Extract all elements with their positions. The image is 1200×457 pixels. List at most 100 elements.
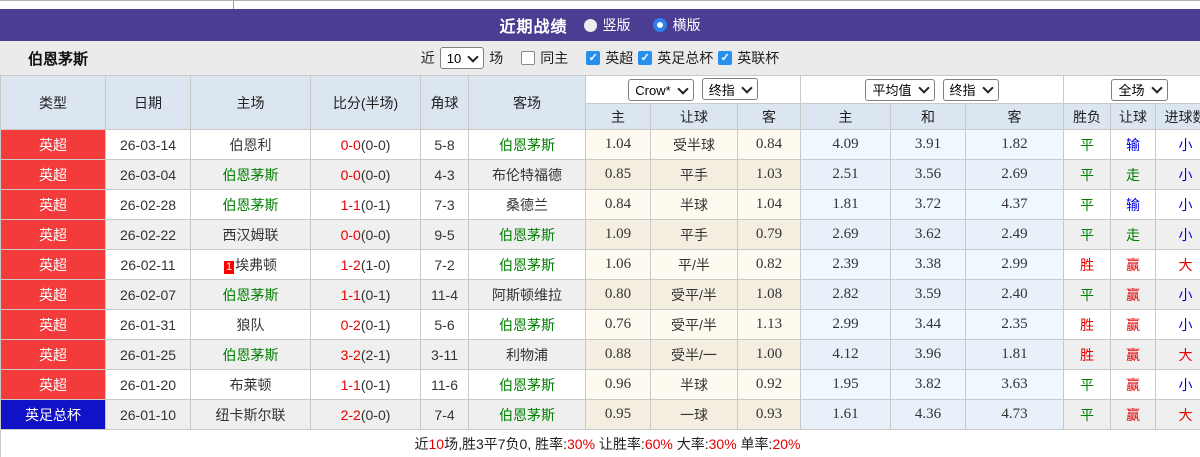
- away-team-name[interactable]: 伯恩茅斯: [499, 317, 555, 333]
- cell-avg-draw-odds: 3.44: [890, 309, 966, 340]
- cell-crow-away-odds: 1.03: [737, 159, 801, 190]
- cell-avg-home-odds: 4.09: [800, 129, 891, 160]
- cell-home-team: 纽卡斯尔联: [190, 399, 311, 430]
- home-team-name[interactable]: 布莱顿: [230, 377, 272, 393]
- cell-result-goals: 小: [1155, 159, 1200, 190]
- cell-crow-home-odds: 0.96: [585, 369, 651, 400]
- cell-handicap: 半球: [650, 189, 738, 220]
- layout-option-horizontal[interactable]: 横版: [652, 15, 701, 35]
- cell-result-wdl: 平: [1063, 279, 1111, 310]
- away-team-name[interactable]: 伯恩茅斯: [499, 137, 555, 153]
- radio-horizontal-icon[interactable]: [652, 18, 667, 32]
- home-team-name[interactable]: 西汉姆联: [223, 227, 279, 243]
- home-team-name[interactable]: 纽卡斯尔联: [216, 407, 286, 423]
- cell-date: 26-01-20: [105, 369, 191, 400]
- col-type: 类型: [0, 75, 106, 130]
- away-team-name[interactable]: 伯恩茅斯: [499, 257, 555, 273]
- cell-crow-home-odds: 0.95: [585, 399, 651, 430]
- cell-result-wdl: 胜: [1063, 309, 1111, 340]
- cell-result-handicap: 走: [1110, 219, 1156, 250]
- cell-competition: 英超: [0, 339, 106, 370]
- cell-corners: 4-3: [420, 159, 469, 190]
- radio-vertical-icon[interactable]: [583, 18, 597, 32]
- cell-home-team: 伯恩茅斯: [190, 189, 311, 220]
- cell-corners: 11-4: [420, 279, 469, 310]
- cell-handicap: 平/半: [650, 249, 738, 280]
- away-team-name[interactable]: 伯恩茅斯: [499, 227, 555, 243]
- cell-avg-home-odds: 2.69: [800, 219, 891, 250]
- cell-avg-home-odds: 2.51: [800, 159, 891, 190]
- recent-results-panel: 近期战绩 竖版 横版 伯恩茅斯 近 10 场 同主 ✓ 英超 ✓ 英足总杯 ✓ …: [0, 0, 1200, 457]
- cell-competition: 英超: [0, 189, 106, 220]
- cell-avg-away-odds: 3.63: [965, 369, 1064, 400]
- col-home: 主场: [190, 75, 311, 130]
- away-team-name[interactable]: 桑德兰: [506, 197, 548, 213]
- league-carabao-checkbox[interactable]: ✓: [718, 51, 733, 65]
- col-away: 客场: [468, 75, 586, 130]
- cell-competition: 英超: [0, 279, 106, 310]
- home-team-name[interactable]: 伯恩茅斯: [223, 287, 279, 303]
- filter-bar: 伯恩茅斯 近 10 场 同主 ✓ 英超 ✓ 英足总杯 ✓ 英联杯: [0, 41, 1200, 75]
- away-team-name[interactable]: 伯恩茅斯: [499, 407, 555, 423]
- final-index-select-2[interactable]: 终指: [942, 78, 999, 101]
- chevron-down-icon: [1150, 82, 1163, 94]
- home-team-name[interactable]: 狼队: [237, 317, 265, 333]
- cell-corners: 5-8: [420, 129, 469, 160]
- same-home-label: 同主: [540, 50, 569, 66]
- cell-result-wdl: 平: [1063, 369, 1111, 400]
- cell-crow-home-odds: 0.76: [585, 309, 651, 340]
- cell-result-handicap: 赢: [1110, 399, 1156, 430]
- league-epl-checkbox[interactable]: ✓: [586, 51, 601, 65]
- table-row: 英超 26-02-22 西汉姆联 0-0(0-0) 9-5 伯恩茅斯 1.09 …: [0, 219, 1200, 250]
- table-row: 英超 26-01-20 布莱顿 1-1(0-1) 11-6 伯恩茅斯 0.96 …: [0, 369, 1200, 400]
- league-facup-checkbox[interactable]: ✓: [638, 51, 653, 65]
- cell-result-handicap: 赢: [1110, 369, 1156, 400]
- summary-footer: 近10场,胜3平7负0, 胜率:30% 让胜率:60% 大率:30% 单率:20…: [0, 430, 1200, 457]
- col-avg-away: 客: [965, 103, 1064, 130]
- layout-option-vertical[interactable]: 竖版: [583, 15, 631, 35]
- away-team-name[interactable]: 伯恩茅斯: [499, 377, 555, 393]
- cell-avg-draw-odds: 3.56: [890, 159, 966, 190]
- away-team-name[interactable]: 布伦特福德: [492, 167, 562, 183]
- recent-count-select[interactable]: 10: [439, 47, 485, 69]
- away-team-name[interactable]: 阿斯顿维拉: [492, 287, 562, 303]
- cell-away-team: 伯恩茅斯: [468, 369, 586, 400]
- bookmaker-select[interactable]: Crow*: [628, 79, 694, 101]
- cell-crow-away-odds: 1.08: [737, 279, 801, 310]
- cell-result-goals: 小: [1155, 309, 1200, 340]
- cell-handicap: 受半/一: [650, 339, 738, 370]
- same-home-checkbox[interactable]: [521, 51, 536, 65]
- home-team-name[interactable]: 伯恩茅斯: [223, 347, 279, 363]
- cell-crow-home-odds: 0.88: [585, 339, 651, 370]
- cell-crow-home-odds: 0.84: [585, 189, 651, 220]
- cell-avg-home-odds: 2.82: [800, 279, 891, 310]
- cell-result-goals: 大: [1155, 339, 1200, 370]
- radio-vertical-label: 竖版: [602, 17, 631, 33]
- chevron-down-icon: [741, 81, 753, 94]
- cell-home-team: 1 埃弗顿: [190, 249, 311, 280]
- cell-home-team: 伯恩利: [190, 129, 311, 160]
- home-team-name[interactable]: 伯恩茅斯: [223, 197, 279, 213]
- cell-home-team: 伯恩茅斯: [190, 279, 311, 310]
- table-row: 英超 26-02-07 伯恩茅斯 1-1(0-1) 11-4 阿斯顿维拉 0.8…: [0, 279, 1200, 310]
- cell-avg-away-odds: 4.37: [965, 189, 1064, 220]
- cell-date: 26-01-31: [105, 309, 191, 340]
- cell-result-wdl: 胜: [1063, 339, 1111, 370]
- full-match-select[interactable]: 全场: [1111, 78, 1168, 101]
- cell-result-goals: 小: [1155, 189, 1200, 220]
- home-team-name[interactable]: 伯恩茅斯: [223, 167, 279, 183]
- home-team-name[interactable]: 伯恩利: [230, 137, 272, 153]
- cell-date: 26-02-22: [105, 219, 191, 250]
- average-select[interactable]: 平均值: [865, 78, 935, 101]
- league-carabao-label: 英联杯: [737, 50, 780, 66]
- league-epl-label: 英超: [605, 50, 634, 66]
- cell-avg-away-odds: 1.81: [965, 339, 1064, 370]
- odds-source-cell: Crow* 终指: [585, 75, 801, 104]
- col-avg-home: 主: [800, 103, 891, 130]
- home-team-name[interactable]: 埃弗顿: [235, 257, 277, 273]
- cell-result-goals: 小: [1155, 129, 1200, 160]
- away-team-name[interactable]: 利物浦: [506, 347, 548, 363]
- final-index-select-1[interactable]: 终指: [701, 78, 758, 100]
- cell-avg-home-odds: 1.61: [800, 399, 891, 430]
- col-score: 比分(半场): [310, 75, 421, 130]
